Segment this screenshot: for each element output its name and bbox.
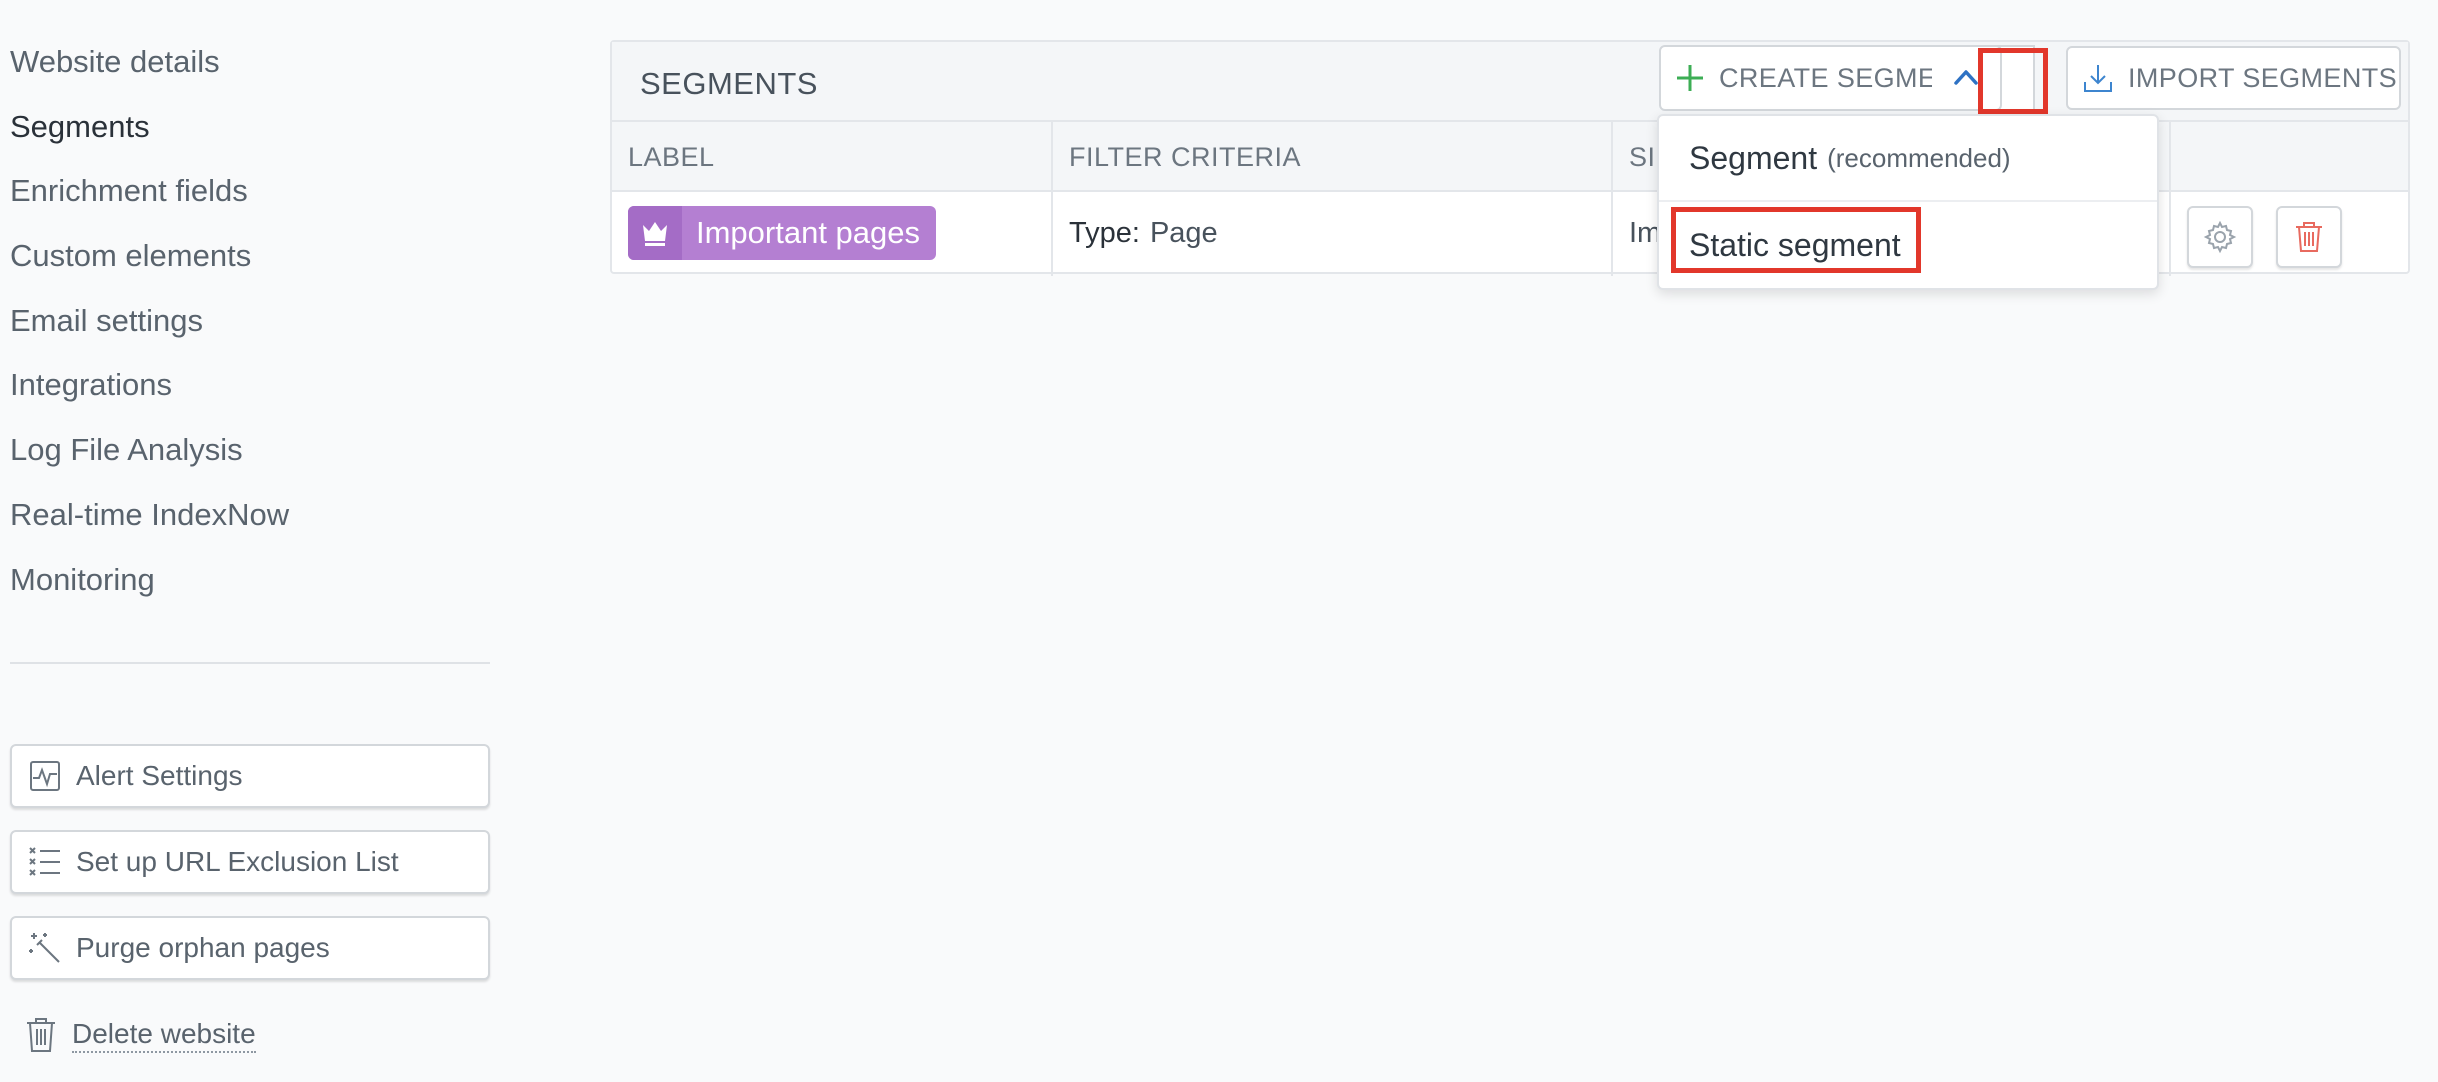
label-cell: Important pages xyxy=(612,192,1053,274)
gear-icon xyxy=(2203,220,2237,254)
purge-orphan-pages-label: Purge orphan pages xyxy=(76,932,330,963)
import-segments-button[interactable]: IMPORT SEGMENTS xyxy=(2066,46,2401,110)
filter-criteria-cell: Type: Page xyxy=(1053,192,1613,274)
sidebar-divider xyxy=(10,662,490,664)
sidebar-item-website-details[interactable]: Website details xyxy=(10,30,490,95)
segment-label-text: Important pages xyxy=(696,215,921,250)
menu-item-segment-label: Segment xyxy=(1689,139,1818,176)
chevron-up-icon xyxy=(1954,70,1978,85)
url-exclusion-list-button[interactable]: Set up URL Exclusion List xyxy=(10,830,490,894)
menu-item-static-segment-label: Static segment xyxy=(1689,226,1901,263)
sidebar-item-monitoring[interactable]: Monitoring xyxy=(10,548,490,613)
column-header-label[interactable]: LABEL xyxy=(612,122,1053,192)
column-header-filter-criteria[interactable]: FILTER CRITERIA xyxy=(1053,122,1613,192)
segment-settings-button[interactable] xyxy=(2187,206,2253,268)
exclusion-list-icon xyxy=(28,845,62,879)
sidebar-nav: Website details Segments Enrichment fiel… xyxy=(10,30,490,612)
app-root: Website details Segments Enrichment fiel… xyxy=(0,0,2438,1082)
create-segment-dropdown-menu: Segment (recommended) Static segment xyxy=(1657,114,2159,290)
plus-icon xyxy=(1677,65,1703,91)
page-title: SEGMENTS xyxy=(640,66,818,101)
sidebar-item-email-settings[interactable]: Email settings xyxy=(10,289,490,354)
alert-settings-label: Alert Settings xyxy=(76,760,243,791)
magic-wand-icon xyxy=(28,931,62,965)
menu-item-segment[interactable]: Segment (recommended) xyxy=(1659,116,2157,202)
delete-website-label: Delete website xyxy=(72,1017,256,1053)
sidebar-item-custom-elements[interactable]: Custom elements xyxy=(10,224,490,289)
download-icon xyxy=(2084,65,2112,92)
purge-orphan-pages-button[interactable]: Purge orphan pages xyxy=(10,916,490,980)
sidebar-item-enrichment-fields[interactable]: Enrichment fields xyxy=(10,159,490,224)
sidebar-item-realtime-indexnow[interactable]: Real-time IndexNow xyxy=(10,483,490,548)
filter-key: Type: xyxy=(1069,216,1140,249)
activity-chart-icon xyxy=(28,759,62,793)
segments-panel-header: SEGMENTS CREATE SEGMENT IMPORT SEGMENTS xyxy=(612,42,2408,122)
menu-item-segment-note: (recommended) xyxy=(1827,142,2011,173)
sidebar-item-log-file-analysis[interactable]: Log File Analysis xyxy=(10,418,490,483)
segment-delete-button[interactable] xyxy=(2276,206,2342,268)
create-segment-dropdown-toggle[interactable] xyxy=(1932,45,2002,111)
filter-value: Page xyxy=(1149,216,1218,249)
trash-icon xyxy=(24,1016,58,1054)
alert-settings-button[interactable]: Alert Settings xyxy=(10,744,490,808)
trash-icon xyxy=(2296,222,2322,252)
import-segments-label: IMPORT SEGMENTS xyxy=(2128,62,2398,93)
segment-label-chip[interactable]: Important pages xyxy=(628,206,937,260)
url-exclusion-list-label: Set up URL Exclusion List xyxy=(76,846,399,877)
sidebar-item-segments[interactable]: Segments xyxy=(10,95,490,160)
delete-website-link[interactable]: Delete website xyxy=(24,1016,256,1054)
sidebar-item-integrations[interactable]: Integrations xyxy=(10,353,490,418)
menu-item-static-segment[interactable]: Static segment xyxy=(1659,202,2157,288)
crown-icon xyxy=(628,206,682,260)
